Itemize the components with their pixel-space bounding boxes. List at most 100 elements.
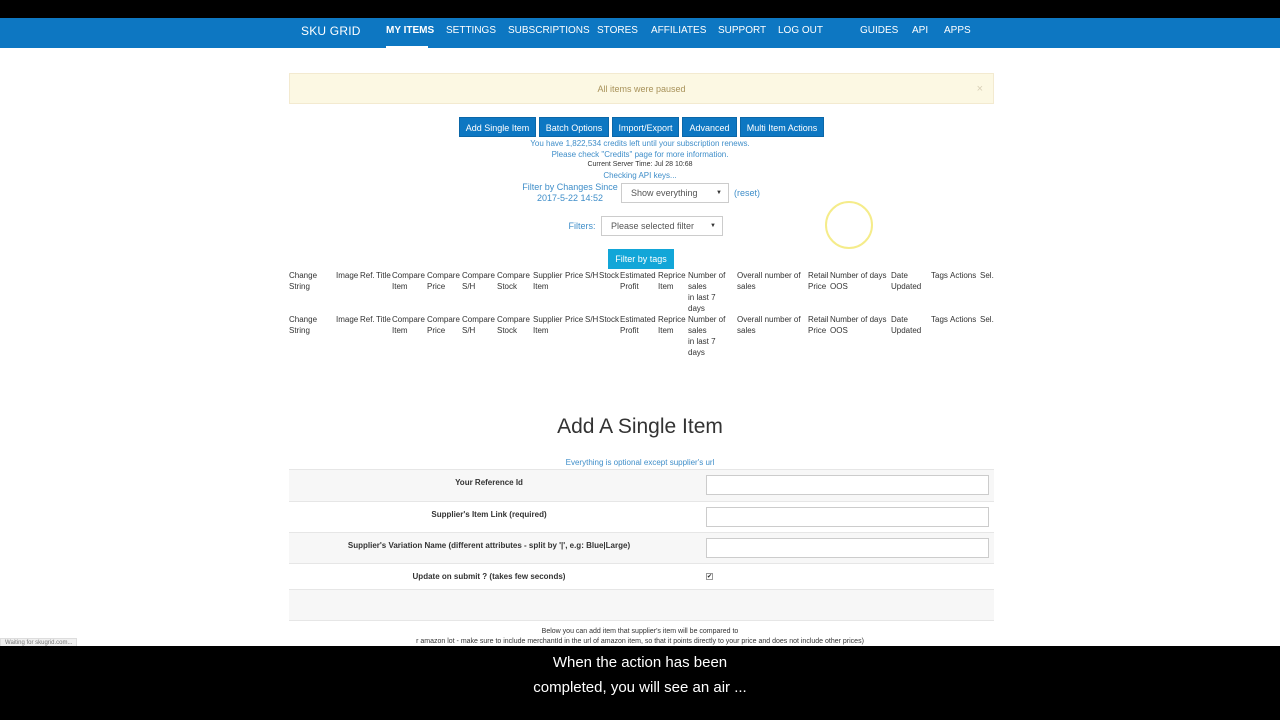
variation-name-input[interactable] (706, 538, 989, 558)
col-compare-price: Compare Price (427, 315, 460, 335)
col-tags: Tags (931, 271, 948, 280)
nav-log-out[interactable]: LOG OUT (778, 18, 823, 44)
supplier-link-label: Supplier's Item Link (required) (431, 510, 547, 519)
col-date-updated: Date Updated (891, 271, 922, 291)
filter-by-tags-button[interactable]: Filter by tags (608, 249, 674, 269)
col-reprice-item: Reprice Item (658, 315, 686, 335)
update-on-submit-label: Update on submit ? (takes few seconds) (412, 572, 566, 581)
col-change-string: Change String (289, 271, 318, 291)
changes-filter-select[interactable]: Show everything ▼ (621, 183, 729, 203)
col-stock: Stock (599, 315, 620, 324)
col-sh: S/H (585, 271, 599, 280)
reference-id-row: Your Reference Id (289, 469, 994, 501)
col-retail-price: Retail Price (808, 315, 829, 335)
add-item-subtitle: Everything is optional except supplier's… (565, 458, 715, 467)
filter-changes-date: 2017-5-22 14:52 (536, 193, 604, 203)
reference-id-label: Your Reference Id (455, 478, 523, 487)
col-compare-item: Compare Item (392, 271, 425, 291)
amazon-note: r amazon lot - make sure to include merc… (416, 638, 864, 645)
page-content: All items were paused × Add Single Item … (0, 48, 1280, 646)
col-overall-sales: Overall number of sales (737, 315, 801, 335)
col-sales-7-days: Number of sales in last 7 days (688, 271, 726, 313)
col-actions: Actions (950, 271, 977, 280)
col-image: Image (336, 271, 359, 280)
col-retail-price: Retail Price (808, 271, 829, 291)
reference-id-input[interactable] (706, 475, 989, 495)
filters-select[interactable]: Please selected filter ▼ (601, 216, 723, 236)
col-compare-stock: Compare Stock (497, 315, 530, 335)
nav-subscriptions[interactable]: SUBSCRIPTIONS (508, 18, 590, 44)
add-single-item-button[interactable]: Add Single Item (459, 117, 536, 137)
col-stock: Stock (599, 271, 620, 280)
filter-changes-label: Filter by Changes Since 2017-5-22 14:52 (520, 182, 620, 204)
reset-link[interactable]: (reset) (734, 188, 760, 198)
col-reprice-item: Reprice Item (658, 271, 686, 291)
nav-apps[interactable]: APPS (944, 18, 971, 44)
col-price: Price (565, 315, 584, 324)
col-compare-stock: Compare Stock (497, 271, 530, 291)
api-key-status: Checking API keys... (603, 171, 677, 180)
nav-settings[interactable]: SETTINGS (446, 18, 496, 44)
video-top-bar (0, 0, 1280, 18)
col-compare-sh: Compare S/H (462, 315, 495, 335)
top-navigation: SKU GRID MY ITEMS SETTINGS SUBSCRIPTIONS… (0, 18, 1280, 48)
alert-text: All items were paused (597, 84, 686, 94)
brand-logo[interactable]: SKU GRID (301, 18, 361, 44)
chevron-down-icon: ▼ (716, 190, 722, 196)
paused-alert: All items were paused × (289, 73, 994, 104)
filters-label: Filters: (568, 221, 596, 231)
import-export-button[interactable]: Import/Export (612, 117, 679, 137)
col-compare-item: Compare Item (392, 315, 425, 335)
col-change-string: Change String (289, 315, 318, 335)
col-sel: Sel. (980, 271, 994, 280)
supplier-link-row: Supplier's Item Link (required) (289, 501, 994, 532)
col-date-updated: Date Updated (891, 315, 922, 335)
col-days-oos: Number of days OOS (830, 271, 887, 291)
empty-form-row (289, 589, 994, 621)
nav-api[interactable]: API (912, 18, 928, 44)
col-overall-sales: Overall number of sales (737, 271, 801, 291)
filters-select-value: Please selected filter (611, 221, 695, 231)
video-caption: When the action has been completed, you … (0, 646, 1280, 720)
multi-item-actions-button[interactable]: Multi Item Actions (740, 117, 824, 137)
col-compare-sh: Compare S/H (462, 271, 495, 291)
batch-options-button[interactable]: Batch Options (539, 117, 609, 137)
col-estimated-profit: Estimated Profit (620, 315, 656, 335)
col-price: Price (565, 271, 584, 280)
variation-name-label: Supplier's Variation Name (different att… (347, 541, 631, 550)
col-ref: Ref. (360, 315, 375, 324)
nav-support[interactable]: SUPPORT (718, 18, 766, 44)
chevron-down-icon: ▼ (710, 223, 716, 229)
compare-note: Below you can add item that supplier's i… (541, 628, 739, 635)
col-supplier-item: Supplier Item (533, 271, 563, 291)
filter-changes-label-line1: Filter by Changes Since (522, 182, 618, 192)
items-table-footer: Change String Image Ref. Title Compare Ite… (289, 314, 994, 358)
nav-affiliates[interactable]: AFFILIATES (651, 18, 706, 44)
variation-name-row: Supplier's Variation Name (different att… (289, 532, 994, 563)
col-estimated-profit: Estimated Profit (620, 271, 656, 291)
col-supplier-item: Supplier Item (533, 315, 563, 335)
supplier-link-input[interactable] (706, 507, 989, 527)
col-title: Title (376, 315, 391, 324)
close-icon[interactable]: × (977, 74, 983, 104)
nav-guides[interactable]: GUIDES (860, 18, 898, 44)
caption-line-1: When the action has been (552, 654, 728, 671)
update-on-submit-checkbox[interactable]: ✔ (706, 573, 713, 580)
browser-status-bar: Waiting for skugrid.com... (0, 638, 78, 646)
col-sales-7-days: Number of sales in last 7 days (688, 315, 726, 357)
col-ref: Ref. (360, 271, 375, 280)
nav-my-items[interactable]: MY ITEMS (386, 18, 434, 44)
col-compare-price: Compare Price (427, 271, 460, 291)
caption-line-2: completed, you will see an air ... (533, 679, 747, 696)
items-table-header: Change String Image Ref. Title Compare Ite… (289, 270, 994, 314)
advanced-button[interactable]: Advanced (682, 117, 737, 137)
credits-info: You have 1,822,534 credits left until yo… (530, 139, 750, 148)
col-sh: S/H (585, 315, 599, 324)
col-sel: Sel. (980, 315, 994, 324)
credits-check-info: Please check "Credits" page for more inf… (551, 150, 729, 159)
col-image: Image (336, 315, 359, 324)
col-title: Title (376, 271, 391, 280)
col-days-oos: Number of days OOS (830, 315, 887, 335)
col-tags: Tags (931, 315, 948, 324)
nav-stores[interactable]: STORES (597, 18, 638, 44)
